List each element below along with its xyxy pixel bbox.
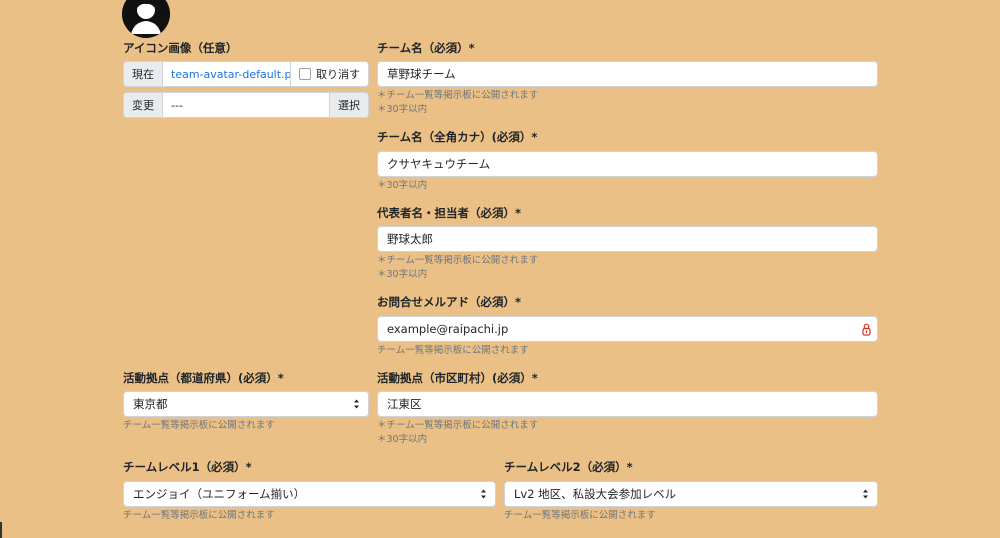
current-file-group: 現在 team-avatar-default.png 取り消す [123, 61, 369, 87]
current-file-wrap: team-avatar-default.png [163, 62, 290, 86]
remove-checkbox-wrap[interactable]: 取り消す [290, 62, 368, 86]
team-name-help-2: ＊30字以内 [377, 104, 428, 115]
select-arrows-icon [481, 489, 486, 499]
change-label: 変更 [124, 93, 163, 117]
remove-label: 取り消す [316, 68, 360, 81]
contact-email-value: example@raipachi.jp [387, 322, 509, 336]
representative-label: 代表者名・担当者（必須）* [377, 206, 522, 220]
prefecture-value: 東京都 [133, 397, 168, 411]
team-level2-label: チームレベル2（必須）* [504, 460, 633, 474]
password-manager-icon[interactable] [862, 323, 871, 336]
city-input[interactable]: 江東区 [377, 391, 878, 417]
remove-checkbox[interactable] [299, 68, 311, 80]
city-label: 活動拠点（市区町村）(必須）* [377, 371, 538, 385]
select-arrows-icon [354, 399, 359, 409]
icon-image-label: アイコン画像（任意） [123, 41, 238, 55]
select-arrows-icon [863, 489, 868, 499]
team-level1-value: エンジョイ（ユニフォーム揃い） [133, 487, 306, 501]
team-name-input[interactable]: 草野球チーム [377, 61, 878, 87]
team-level2-select[interactable]: Lv2 地区、私設大会参加レベル [504, 481, 878, 507]
team-name-label: チーム名（必須）* [377, 41, 475, 55]
team-level1-label: チームレベル1（必須）* [123, 460, 252, 474]
representative-help-2: ＊30字以内 [377, 269, 428, 280]
current-file-link[interactable]: team-avatar-default.png [171, 68, 290, 81]
team-name-help-1: ＊チーム一覧等掲示板に公開されます [377, 90, 539, 101]
representative-help-1: ＊チーム一覧等掲示板に公開されます [377, 255, 539, 266]
team-name-kana-help-1: ＊30字以内 [377, 180, 428, 191]
file-upload-group: 変更 --- 選択 [123, 92, 369, 118]
city-help-2: ＊30字以内 [377, 434, 428, 445]
prefecture-select[interactable]: 東京都 [123, 391, 369, 417]
browse-button[interactable]: 選択 [329, 93, 368, 117]
user-silhouette-icon [122, 0, 170, 38]
contact-email-input[interactable]: example@raipachi.jp [377, 316, 878, 342]
city-help-1: ＊チーム一覧等掲示板に公開されます [377, 420, 539, 431]
contact-email-help-1: チーム一覧等掲示板に公開されます [377, 345, 529, 356]
prefecture-label: 活動拠点（都道府県）(必須）* [123, 371, 284, 385]
file-input[interactable]: --- [163, 93, 329, 117]
representative-input[interactable]: 野球太郎 [377, 226, 878, 252]
team-name-kana-label: チーム名（全角カナ）(必須）* [377, 130, 538, 144]
team-level2-value: Lv2 地区、私設大会参加レベル [514, 487, 677, 501]
current-label: 現在 [124, 62, 163, 86]
team-level1-select[interactable]: エンジョイ（ユニフォーム揃い） [123, 481, 496, 507]
team-name-kana-input[interactable]: クサヤキュウチーム [377, 151, 878, 177]
prefecture-help-1: チーム一覧等掲示板に公開されます [123, 420, 275, 431]
team-level2-help-1: チーム一覧等掲示板に公開されます [504, 510, 656, 521]
contact-email-label: お問合せメルアド（必須）* [377, 295, 522, 309]
team-avatar [122, 0, 170, 38]
window-edge [0, 522, 2, 538]
team-level1-help-1: チーム一覧等掲示板に公開されます [123, 510, 275, 521]
